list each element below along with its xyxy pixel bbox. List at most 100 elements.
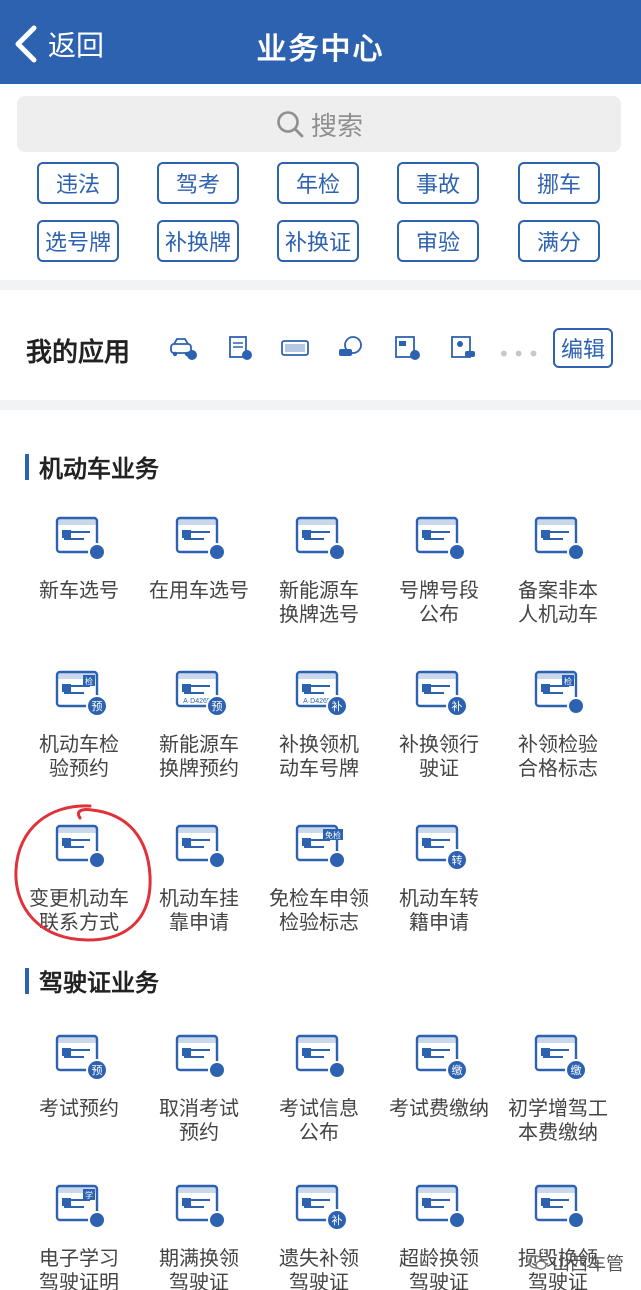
service-item[interactable]: 考试信息 公布 bbox=[255, 1030, 383, 1144]
service-label: 考试预约 bbox=[39, 1096, 119, 1120]
service-label: 遗失补领 驾驶证 bbox=[279, 1246, 359, 1290]
service-label: 号牌号段 公布 bbox=[399, 578, 479, 626]
quick-tag[interactable]: 年检 bbox=[277, 162, 359, 204]
service-item[interactable]: 检预机动车检 验预约 bbox=[15, 666, 143, 780]
plate-icon[interactable] bbox=[280, 335, 310, 361]
svg-text:缴: 缴 bbox=[571, 1063, 582, 1077]
service-item[interactable]: 检补领检验 合格标志 bbox=[494, 666, 622, 780]
svg-text:补: 补 bbox=[332, 1214, 343, 1227]
service-label: 补换领机 动车号牌 bbox=[279, 732, 359, 780]
service-label: 初学增驾工 本费缴纳 bbox=[508, 1096, 608, 1144]
service-label: 补换领行 驶证 bbox=[399, 732, 479, 780]
renew-license-icon bbox=[175, 1184, 226, 1229]
more-dots[interactable]: ••• bbox=[498, 342, 542, 366]
service-item[interactable]: 新车选号 bbox=[15, 512, 143, 602]
service-label: 新能源车 换牌选号 bbox=[279, 578, 359, 626]
quick-tag[interactable]: 驾考 bbox=[157, 162, 239, 204]
quick-tag[interactable]: 违法 bbox=[37, 162, 119, 204]
damaged-license-icon bbox=[534, 1184, 585, 1229]
service-label: 考试费缴纳 bbox=[389, 1096, 489, 1120]
service-item[interactable]: A·D4265 预新能源车 换牌预约 bbox=[135, 666, 263, 780]
license-section-header: 驾驶证业务 bbox=[25, 963, 159, 998]
plate-range-icon bbox=[415, 516, 466, 561]
header-bar: 返回 业务中心 bbox=[0, 0, 641, 84]
quick-tag[interactable]: 补换牌 bbox=[157, 220, 239, 262]
change-contact-icon bbox=[55, 824, 106, 869]
license-section-title: 驾驶证业务 bbox=[39, 969, 159, 997]
svg-text:补: 补 bbox=[452, 700, 463, 713]
service-label: 期满换领 驾驶证 bbox=[159, 1246, 239, 1290]
service-item[interactable]: 超龄换领 驾驶证 bbox=[375, 1180, 503, 1290]
search-bar[interactable]: 搜索 bbox=[17, 96, 621, 152]
svg-text:检: 检 bbox=[564, 676, 572, 686]
inspection-icon[interactable] bbox=[392, 335, 422, 361]
my-apps-title: 我的应用 bbox=[26, 338, 131, 368]
service-item[interactable]: 备案非本 人机动车 bbox=[494, 512, 622, 626]
inspection-booking-icon: 检预 bbox=[55, 670, 108, 717]
service-label: 取消考试 预约 bbox=[159, 1096, 239, 1144]
section-accent bbox=[25, 967, 29, 994]
service-label: 免检车申领 检验标志 bbox=[269, 886, 369, 934]
service-item[interactable]: 缴考试费缴纳 bbox=[375, 1030, 503, 1120]
search-label: 搜索 bbox=[310, 111, 363, 142]
replace-license-icon: 补 bbox=[415, 670, 468, 717]
svg-text:转: 转 bbox=[452, 853, 463, 867]
service-item[interactable]: 号牌号段 公布 bbox=[375, 512, 503, 626]
service-item[interactable]: A·D4265 补补换领机 动车号牌 bbox=[255, 666, 383, 780]
service-item[interactable]: 新能源车 换牌选号 bbox=[255, 512, 383, 626]
affiliation-icon bbox=[175, 824, 226, 869]
quick-tag[interactable]: 满分 bbox=[518, 220, 600, 262]
vehicle-section-header: 机动车业务 bbox=[25, 449, 159, 484]
quick-tag[interactable]: 补换证 bbox=[277, 220, 359, 262]
car-violation-icon[interactable] bbox=[168, 335, 198, 361]
service-item[interactable]: 变更机动车 联系方式 bbox=[15, 820, 143, 934]
cancel-exam-icon bbox=[175, 1034, 226, 1079]
quick-tag[interactable]: 选号牌 bbox=[37, 220, 119, 262]
e-learning-icon: 学 bbox=[55, 1184, 106, 1229]
document-icon[interactable] bbox=[224, 335, 254, 361]
service-item[interactable]: 补补换领行 驶证 bbox=[375, 666, 503, 780]
vehicle-section-title: 机动车业务 bbox=[39, 455, 159, 483]
service-item[interactable]: 预考试预约 bbox=[15, 1030, 143, 1120]
ev-swap-icon bbox=[295, 516, 346, 561]
lost-license-icon: 补 bbox=[295, 1184, 348, 1231]
service-item[interactable]: 免检免检车申领 检验标志 bbox=[255, 820, 383, 934]
service-item[interactable]: 在用车选号 bbox=[135, 512, 263, 602]
service-label: 机动车检 验预约 bbox=[39, 732, 119, 780]
service-item[interactable]: 转机动车转 籍申请 bbox=[375, 820, 503, 934]
people-car-icon bbox=[175, 516, 226, 561]
service-label: 备案非本 人机动车 bbox=[518, 578, 598, 626]
edit-button[interactable]: 编辑 bbox=[553, 328, 613, 368]
plate-select-icon bbox=[55, 516, 106, 561]
service-item[interactable]: 学电子学习 驾驶证明 bbox=[15, 1180, 143, 1290]
service-label: 超龄换领 驾驶证 bbox=[399, 1246, 479, 1290]
top-panel: 搜索 违法 驾考 年检 事故 挪车选号牌 补换牌 补换证 审验 满分 bbox=[0, 84, 641, 280]
service-item[interactable]: 取消考试 预约 bbox=[135, 1030, 263, 1144]
service-label: 考试信息 公布 bbox=[279, 1096, 359, 1144]
svg-text:缴: 缴 bbox=[452, 1063, 463, 1077]
quick-tag[interactable]: 挪车 bbox=[518, 162, 600, 204]
replace-plate-icon: A·D4265 补 bbox=[295, 670, 348, 717]
service-item[interactable]: 缴初学增驾工 本费缴纳 bbox=[494, 1030, 622, 1144]
inspection-mark-icon: 检 bbox=[534, 670, 585, 715]
record-icon[interactable] bbox=[448, 335, 478, 361]
svg-text:预: 预 bbox=[92, 700, 103, 713]
page-title: 业务中心 bbox=[256, 32, 385, 67]
exam-info-icon bbox=[295, 1034, 346, 1079]
svg-text:学: 学 bbox=[85, 1190, 93, 1200]
watermark-text: 山西车管 bbox=[552, 1254, 624, 1275]
search-icon bbox=[277, 111, 304, 138]
quick-tag[interactable]: 审验 bbox=[397, 220, 479, 262]
watermark: 山西车管 bbox=[528, 1250, 624, 1276]
service-item[interactable]: 机动车挂 靠申请 bbox=[135, 820, 263, 934]
quick-tag[interactable]: 事故 bbox=[397, 162, 479, 204]
service-label: 在用车选号 bbox=[149, 578, 249, 602]
my-apps-panel: 我的应用 ••• 编辑 bbox=[0, 290, 641, 400]
car-move-icon[interactable] bbox=[336, 335, 366, 361]
service-item[interactable]: 补遗失补领 驾驶证 bbox=[255, 1180, 383, 1290]
svg-text:免检: 免检 bbox=[325, 830, 341, 840]
service-item[interactable]: 期满换领 驾驶证 bbox=[135, 1180, 263, 1290]
section-accent bbox=[25, 453, 29, 480]
beginner-fee-icon: 缴 bbox=[534, 1034, 587, 1081]
service-label: 变更机动车 联系方式 bbox=[29, 886, 129, 934]
